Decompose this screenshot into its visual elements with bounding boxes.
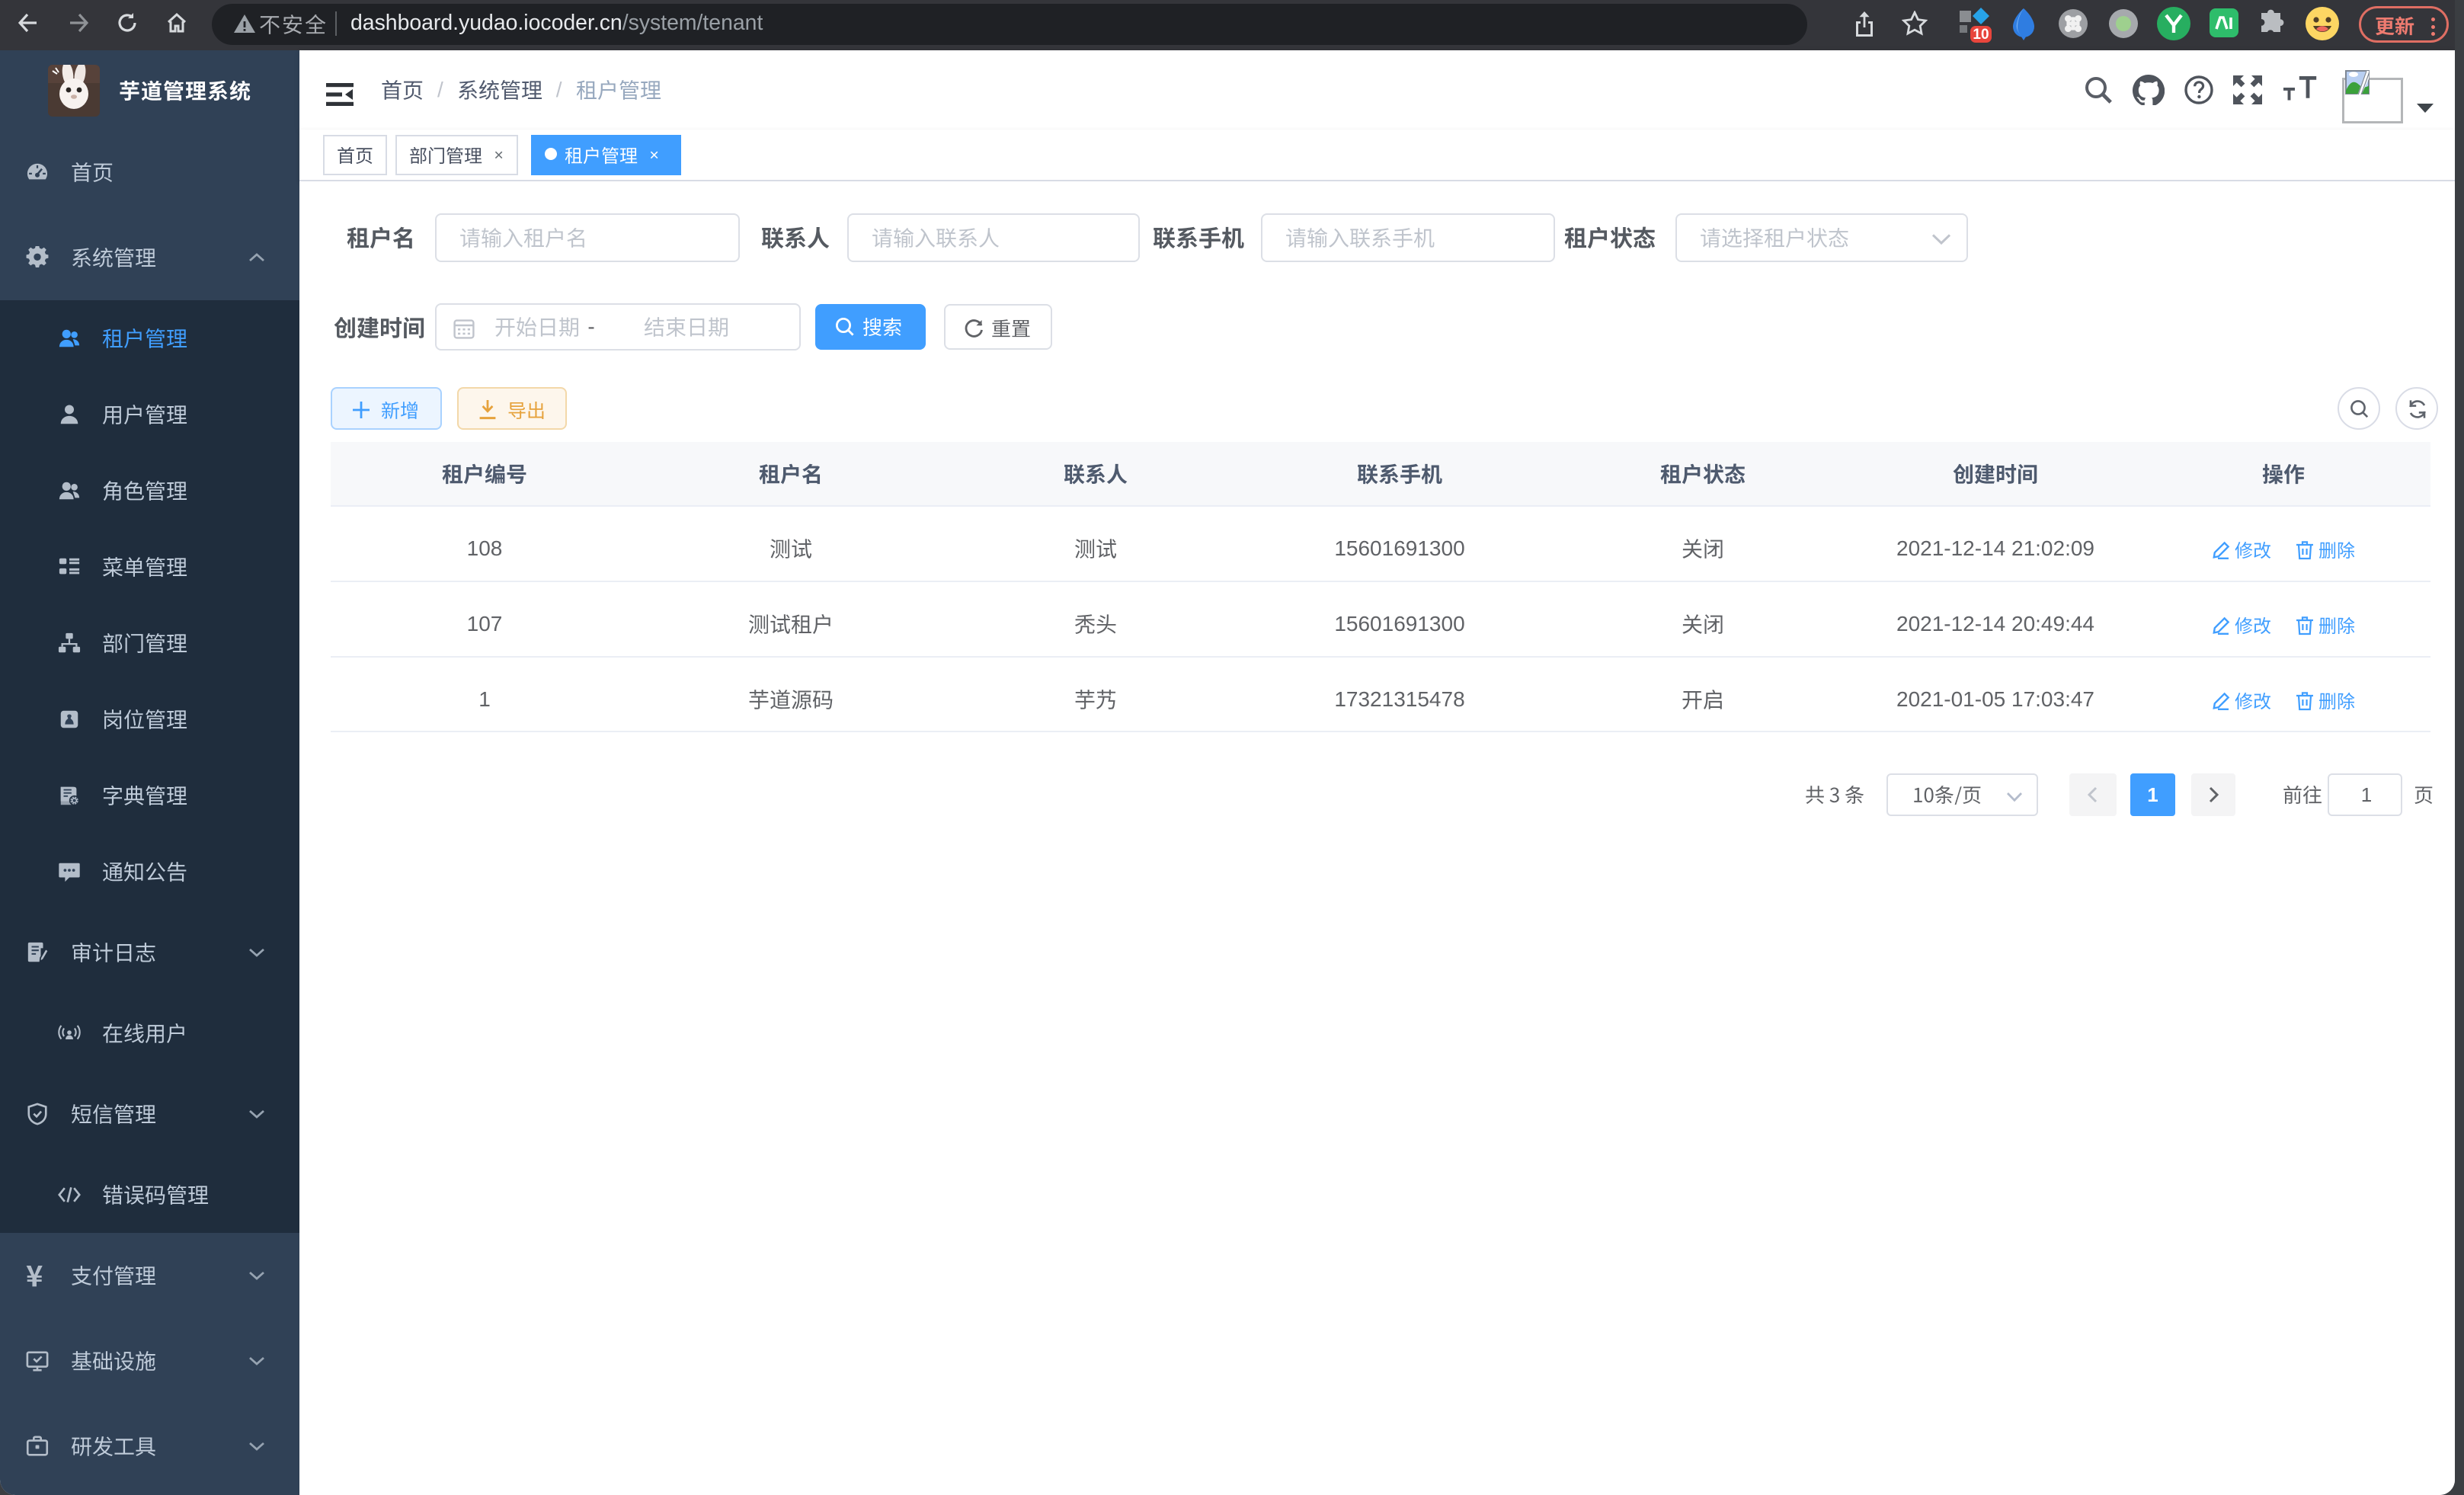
- svg-text:10: 10: [1973, 27, 1989, 43]
